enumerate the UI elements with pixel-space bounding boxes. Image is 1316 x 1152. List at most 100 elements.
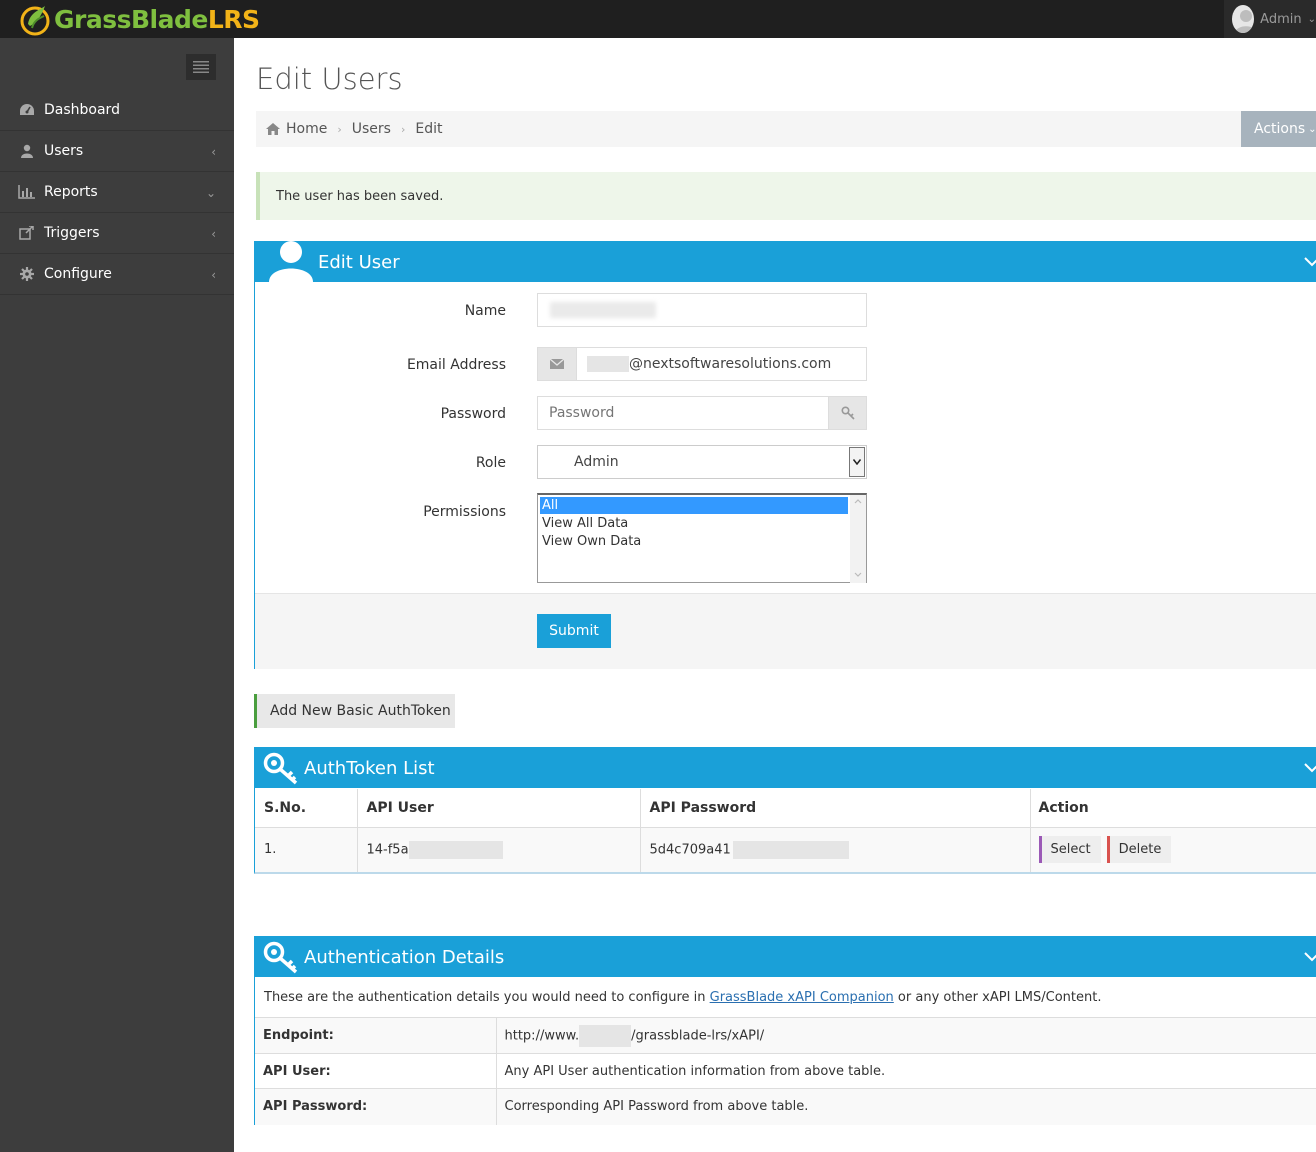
authtoken-list-panel: AuthToken List S.No. API User API Passwo… xyxy=(254,747,1316,874)
sidebar: Dashboard Users ‹ Reports ⌄ Triggers ‹ C… xyxy=(0,38,234,1152)
auth-details-header[interactable]: Authentication Details xyxy=(255,937,1316,977)
row-label: API User: xyxy=(255,1053,497,1089)
delete-button[interactable]: Delete xyxy=(1106,836,1172,864)
row-actions: Select Delete xyxy=(1030,827,1316,872)
user-menu[interactable]: Admin ⌄ xyxy=(1224,0,1316,38)
sidebar-item-dashboard[interactable]: Dashboard xyxy=(0,90,234,131)
table-row: Endpoint: http://www./grassblade-lrs/xAP… xyxy=(255,1017,1316,1054)
user-icon xyxy=(18,143,36,159)
add-new-token-button[interactable]: Add New Basic AuthToken xyxy=(254,694,455,728)
chevron-left-icon: ‹ xyxy=(211,226,216,241)
breadcrumb-home[interactable]: Home xyxy=(286,121,327,137)
name-field[interactable] xyxy=(537,293,867,327)
row-label: API Password: xyxy=(255,1088,497,1125)
password-input[interactable] xyxy=(537,396,829,430)
row-value: Corresponding API Password from above ta… xyxy=(496,1088,1316,1125)
permission-option-view-all[interactable]: View All Data xyxy=(540,515,628,532)
row-api-user: 14-f5a xyxy=(357,827,641,872)
sidebar-item-label: Configure xyxy=(44,266,112,282)
sidebar-item-reports[interactable]: Reports ⌄ xyxy=(0,172,234,213)
authtoken-panel-header[interactable]: AuthToken List xyxy=(255,748,1316,788)
home-icon xyxy=(266,123,280,135)
edit-user-panel-header[interactable]: Edit User xyxy=(255,241,1316,282)
envelope-icon xyxy=(550,359,564,369)
redacted-api-password xyxy=(732,840,849,859)
sidebar-item-label: Triggers xyxy=(44,225,100,241)
row-value: http://www./grassblade-lrs/xAPI/ xyxy=(496,1017,1316,1054)
email-field[interactable]: @nextsoftwaresolutions.com xyxy=(576,347,867,381)
email-addon xyxy=(537,347,577,381)
column-header: Action xyxy=(1030,789,1316,828)
password-label: Password xyxy=(440,406,506,422)
sidebar-nav: Dashboard Users ‹ Reports ⌄ Triggers ‹ C… xyxy=(0,90,234,295)
chevron-down-icon: ⌄ xyxy=(1308,123,1316,135)
companion-link[interactable]: GrassBlade xAPI Companion xyxy=(710,990,894,1005)
table-row: 1. 14-f5a 5d4c709a41 Select Delete xyxy=(255,827,1316,872)
user-name: Admin xyxy=(1260,11,1302,27)
table-row: API User: Any API User authentication in… xyxy=(255,1053,1316,1089)
chevron-right-icon: › xyxy=(400,122,406,136)
table-header-row: S.No. API User API Password Action xyxy=(255,789,1316,828)
chevron-left-icon: ‹ xyxy=(211,144,216,159)
edit-user-panel: Edit User Name Email Address @nextsoftwa… xyxy=(254,241,1316,669)
actions-button[interactable]: Actions ⌄ xyxy=(1241,111,1316,147)
form-footer: Submit xyxy=(255,593,1316,669)
password-addon[interactable] xyxy=(828,396,867,430)
sidebar-item-users[interactable]: Users ‹ xyxy=(0,131,234,172)
alert-message: The user has been saved. xyxy=(276,188,444,204)
authtoken-table: S.No. API User API Password Action 1. 14… xyxy=(255,789,1316,872)
sidebar-item-triggers[interactable]: Triggers ‹ xyxy=(0,213,234,254)
breadcrumb-users[interactable]: Users xyxy=(352,121,391,137)
permissions-listbox[interactable]: All View All Data View Own Data xyxy=(537,493,867,583)
row-sno: 1. xyxy=(255,827,358,872)
permission-option-view-own[interactable]: View Own Data xyxy=(540,533,641,550)
chevron-down-icon[interactable] xyxy=(1304,242,1316,282)
role-value: Admin xyxy=(574,454,619,470)
chevron-down-icon: ⌄ xyxy=(205,185,216,200)
dashboard-icon xyxy=(18,102,36,118)
menu-icon xyxy=(193,61,209,73)
email-label: Email Address xyxy=(406,357,506,373)
auth-intro: These are the authentication details you… xyxy=(264,990,1102,1005)
row-value: Any API User authentication information … xyxy=(496,1053,1316,1089)
redacted-email-user xyxy=(587,356,629,372)
auth-details-table: Endpoint: http://www./grassblade-lrs/xAP… xyxy=(255,1017,1316,1125)
submit-button[interactable]: Submit xyxy=(537,614,611,648)
success-alert: The user has been saved. xyxy=(256,172,1316,220)
user-avatar-icon xyxy=(1235,10,1255,33)
listbox-scrollbar[interactable] xyxy=(850,495,866,583)
select-button[interactable]: Select xyxy=(1038,836,1101,864)
user-icon xyxy=(269,241,313,282)
bar-chart-icon xyxy=(18,184,36,200)
chevron-down-icon xyxy=(853,459,861,465)
role-select[interactable]: Admin xyxy=(537,445,867,479)
actions-label: Actions xyxy=(1254,121,1306,137)
sidebar-item-label: Reports xyxy=(44,184,98,200)
row-api-password: 5d4c709a41 xyxy=(640,827,1031,872)
redacted-name xyxy=(550,302,656,318)
brand-logo[interactable]: GrassBladeLRS xyxy=(18,0,260,38)
key-icon xyxy=(263,941,298,974)
gear-icon xyxy=(18,266,36,282)
auth-details-title: Authentication Details xyxy=(304,946,505,968)
chevron-down-icon[interactable] xyxy=(1304,937,1316,977)
top-bar: GrassBladeLRS Admin ⌄ xyxy=(0,0,1316,38)
key-icon xyxy=(263,752,298,785)
permission-option-all[interactable]: All xyxy=(540,497,848,514)
auth-details-panel: Authentication Details These are the aut… xyxy=(254,936,1316,1125)
sidebar-toggle-button[interactable] xyxy=(186,54,216,80)
chevron-down-icon[interactable] xyxy=(1304,748,1316,788)
add-token-label: Add New Basic AuthToken xyxy=(270,703,451,719)
brand-name: GrassBladeLRS xyxy=(54,4,260,34)
chevron-left-icon: ‹ xyxy=(211,267,216,282)
breadcrumb: Home › Users › Edit xyxy=(256,111,1241,147)
column-header: S.No. xyxy=(255,789,358,828)
name-label: Name xyxy=(464,303,506,319)
avatar xyxy=(1232,5,1255,33)
external-link-icon xyxy=(18,225,36,241)
role-label: Role xyxy=(475,455,506,471)
sidebar-item-configure[interactable]: Configure ‹ xyxy=(0,254,234,295)
key-icon xyxy=(840,406,855,420)
dropdown-arrow xyxy=(849,447,865,477)
table-row: API Password: Corresponding API Password… xyxy=(255,1088,1316,1125)
